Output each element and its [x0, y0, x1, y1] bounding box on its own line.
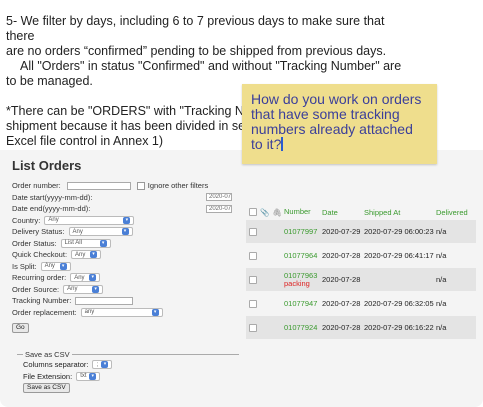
attachment-icon: 🖇	[272, 207, 282, 217]
order-date: 2020-07-28	[322, 323, 361, 332]
row-checkbox[interactable]	[249, 275, 257, 284]
order-status-select[interactable]: List All ▾	[60, 238, 111, 248]
chevron-down-icon: ▾	[99, 239, 107, 247]
header-shipped-at[interactable]: Shipped At	[364, 208, 436, 217]
ignore-other-filters-checkbox[interactable]	[136, 181, 145, 190]
is-split-select[interactable]: Any ▾	[40, 261, 71, 271]
page-title: List Orders	[12, 158, 82, 173]
chevron-down-icon: ▾	[89, 372, 97, 380]
date-start-label: Date start(yyyy-mm-dd):	[12, 192, 93, 202]
chevron-down-icon: ▾	[151, 308, 159, 316]
order-status-text: packing	[284, 278, 310, 288]
delivery-status-select[interactable]: Any ▾	[68, 227, 133, 237]
delivered: n/a	[436, 275, 447, 284]
date-start-input[interactable]: 2020-07	[206, 193, 232, 202]
chevron-down-icon: ▾	[59, 262, 67, 270]
shipped-at: 2020-07-29 06:00:23	[364, 227, 434, 236]
order-replacement-label: Order replacement:	[12, 307, 77, 317]
country-label: Country:	[12, 215, 41, 225]
delivered: n/a	[436, 323, 447, 332]
delivery-status-label: Delivery Status:	[12, 227, 65, 237]
order-date: 2020-07-28	[322, 299, 361, 308]
order-status-label: Order Status:	[12, 238, 57, 248]
order-number-label: Order number:	[12, 181, 61, 191]
table-row[interactable]: 01077963 packing 2020-07-28 n/a	[246, 268, 476, 291]
row-checkbox[interactable]	[249, 323, 257, 332]
list-orders-panel: List Orders Order number: Ignore other f…	[0, 150, 483, 407]
delivered: n/a	[436, 299, 447, 308]
order-replacement-select[interactable]: any ▾	[80, 307, 163, 317]
save-as-csv-button[interactable]: Save as CSV	[23, 382, 70, 393]
row-checkbox[interactable]	[249, 227, 257, 236]
ignore-other-filters-label: Ignore other filters	[147, 181, 209, 191]
table-row[interactable]: 01077997 2020-07-29 2020-07-29 06:00:23 …	[246, 220, 476, 243]
shipped-at: 2020-07-29 06:32:05	[364, 299, 434, 308]
table-row[interactable]: 01077947 2020-07-28 2020-07-29 06:32:05 …	[246, 292, 476, 315]
quick-checkout-select[interactable]: Any ▾	[71, 250, 102, 260]
order-filter-form: Order number: Ignore other filters Date …	[12, 180, 242, 334]
doc-line: All "Orders" in status "Confirmed" and w…	[20, 59, 402, 73]
order-source-select[interactable]: Any ▾	[63, 284, 104, 294]
text-cursor	[281, 137, 284, 151]
date-end-input[interactable]: 2020-07	[206, 204, 232, 213]
tracking-number-label: Tracking Number:	[12, 296, 72, 306]
columns-separator-label: Columns separator:	[23, 360, 89, 370]
file-extension-label: File Extension:	[23, 371, 73, 381]
order-source-label: Order Source:	[12, 284, 60, 294]
table-row[interactable]: 01077924 2020-07-28 2020-07-29 06:16:22 …	[246, 316, 476, 339]
paperclip-icon: 📎	[260, 207, 270, 217]
chevron-down-icon: ▾	[89, 274, 97, 282]
order-number-link[interactable]: 01077964	[284, 251, 322, 260]
chevron-down-icon: ▾	[90, 251, 98, 259]
recurring-order-label: Recurring order:	[12, 273, 67, 283]
header-delivered[interactable]: Delivered	[436, 208, 476, 217]
save-as-csv-legend: Save as CSV	[25, 350, 70, 359]
save-as-csv-group: Save as CSV Columns separator: ; ▾ File E…	[17, 350, 239, 400]
comment-text[interactable]: How do you work on orders that have some…	[251, 91, 421, 152]
orders-table: 📎 🖇 Number Date Shipped At Delivered 010…	[246, 205, 476, 339]
header-date[interactable]: Date	[322, 208, 364, 217]
shipped-at: 2020-07-29 06:16:22	[364, 323, 434, 332]
order-number-link[interactable]: 01077997	[284, 227, 322, 236]
is-split-label: Is Split:	[12, 261, 37, 271]
order-number-link[interactable]: 01077947	[284, 299, 322, 308]
file-extension-select[interactable]: txt ▾	[76, 371, 101, 381]
order-date: 2020-07-28	[322, 251, 361, 260]
delivered: n/a	[436, 227, 447, 236]
columns-separator-select[interactable]: ; ▾	[92, 360, 113, 370]
screenshot-frame: 5- We filter by days, including 6 to 7 p…	[0, 0, 483, 407]
row-checkbox[interactable]	[249, 251, 257, 260]
delivered: n/a	[436, 251, 447, 260]
country-select[interactable]: Any ▾	[44, 215, 135, 225]
table-header: 📎 🖇 Number Date Shipped At Delivered	[246, 205, 476, 219]
order-number-input[interactable]	[66, 181, 131, 190]
quick-checkout-label: Quick Checkout:	[12, 250, 68, 260]
chevron-down-icon: ▾	[92, 285, 100, 293]
doc-line: are no orders “confirmed” pending to be …	[6, 44, 387, 58]
go-button[interactable]: Go	[12, 322, 29, 333]
chevron-down-icon: ▾	[121, 228, 129, 236]
doc-line: 5- We filter by days, including 6 to 7 p…	[6, 14, 385, 43]
table-row[interactable]: 01077964 2020-07-28 2020-07-29 06:41:17 …	[246, 244, 476, 267]
chevron-down-icon: ▾	[101, 361, 109, 369]
order-date: 2020-07-29	[322, 227, 361, 236]
recurring-order-select[interactable]: Any ▾	[70, 273, 101, 283]
header-number[interactable]: Number	[284, 208, 322, 216]
shipped-at: 2020-07-29 06:41:17	[364, 251, 434, 260]
row-checkbox[interactable]	[249, 299, 257, 308]
date-end-label: Date end(yyyy-mm-dd):	[12, 204, 91, 214]
order-number-link[interactable]: 01077924	[284, 323, 322, 332]
select-all-checkbox[interactable]	[249, 208, 257, 216]
chevron-down-icon: ▾	[123, 216, 131, 224]
comment-note[interactable]: How do you work on orders that have some…	[242, 84, 437, 164]
tracking-number-input[interactable]	[75, 296, 134, 305]
order-date: 2020-07-28	[322, 275, 361, 284]
